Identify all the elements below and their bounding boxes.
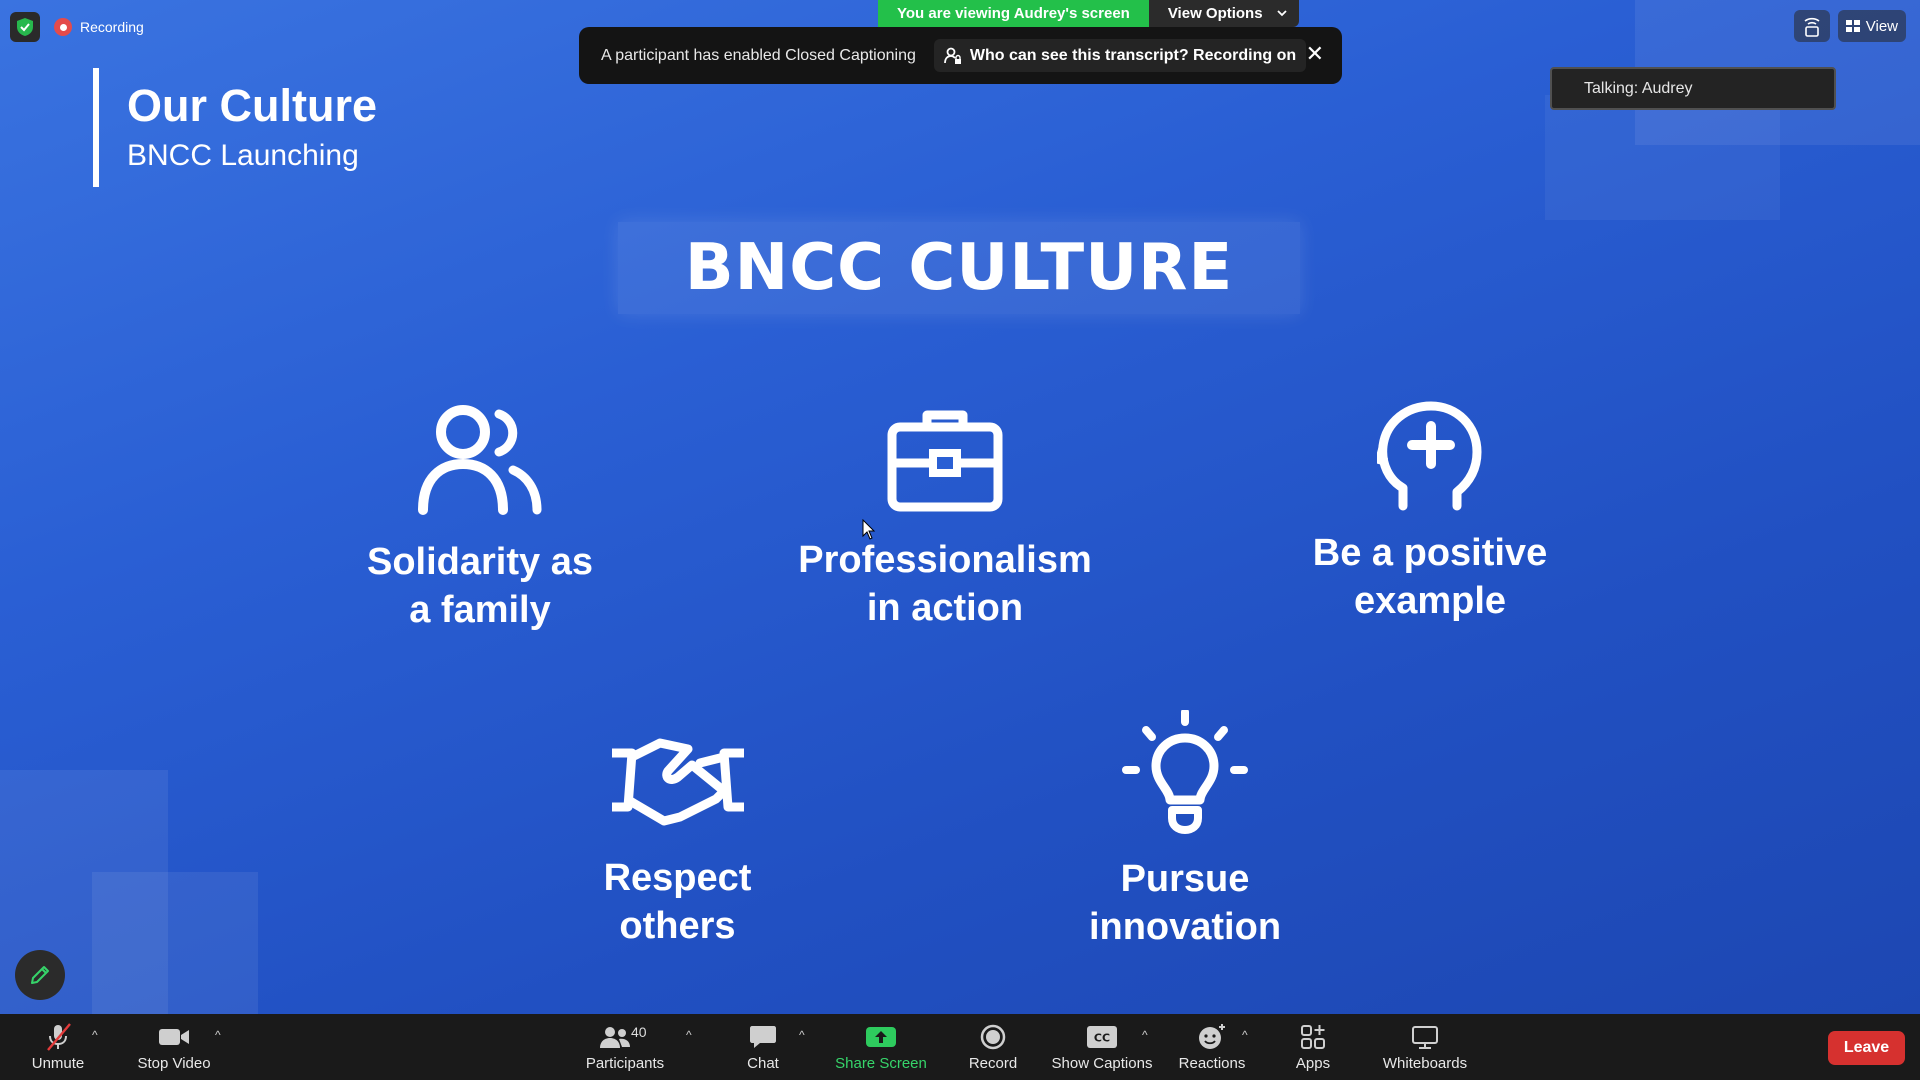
meeting-status: Recording bbox=[10, 12, 144, 42]
participants-icon bbox=[600, 1026, 630, 1048]
shared-screen: Our Culture BNCC Launching BNCC CULTURE … bbox=[0, 0, 1920, 1014]
slide-heading: Our Culture BNCC Launching bbox=[93, 68, 393, 187]
recording-label: Recording bbox=[80, 19, 144, 35]
participants-count: 40 bbox=[631, 1023, 647, 1040]
view-options-button[interactable]: View Options bbox=[1148, 0, 1299, 27]
chat-options-chevron-icon[interactable]: ^ bbox=[799, 1028, 805, 1042]
value-solidarity: Solidarity as a family bbox=[355, 400, 605, 634]
value-innovation: Pursue innovation bbox=[1060, 710, 1310, 951]
share-screen-button[interactable]: Share Screen bbox=[832, 1014, 930, 1080]
chat-label: Chat bbox=[747, 1054, 779, 1072]
chat-bubble-icon bbox=[750, 1025, 776, 1048]
meeting-toolbar: Unmute ^ Stop Video ^ 40 Participants ^ bbox=[0, 1014, 1920, 1080]
whiteboard-icon bbox=[1412, 1025, 1438, 1049]
value-label-line: a family bbox=[409, 588, 551, 631]
decor-shape bbox=[1545, 95, 1780, 220]
view-options-label: View Options bbox=[1167, 5, 1263, 22]
close-icon[interactable]: ✕ bbox=[1306, 43, 1324, 65]
viewing-bar: You are viewing Audrey's screen View Opt… bbox=[878, 0, 1299, 27]
people-icon bbox=[418, 405, 542, 515]
wifi-person-icon bbox=[1804, 17, 1820, 37]
show-captions-button[interactable]: CC Show Captions bbox=[1050, 1014, 1154, 1080]
muted-mic-icon bbox=[47, 1022, 71, 1051]
value-label-line: Solidarity as bbox=[367, 541, 593, 583]
captions-options-chevron-icon[interactable]: ^ bbox=[1142, 1028, 1148, 1042]
participants-button[interactable]: 40 Participants bbox=[580, 1014, 670, 1080]
transcript-visibility-label: Who can see this transcript? Recording o… bbox=[969, 46, 1297, 64]
share-screen-icon bbox=[866, 1026, 896, 1047]
video-options-chevron-icon[interactable]: ^ bbox=[215, 1028, 221, 1042]
caption-message: A participant has enabled Closed Caption… bbox=[601, 46, 916, 64]
talking-indicator: Talking: Audrey bbox=[1550, 67, 1836, 110]
unmute-button[interactable]: Unmute bbox=[22, 1014, 94, 1080]
chat-button[interactable]: Chat bbox=[733, 1014, 793, 1080]
unmute-label: Unmute bbox=[31, 1054, 85, 1072]
record-label: Record bbox=[968, 1054, 1018, 1072]
culture-banner: BNCC CULTURE bbox=[618, 222, 1300, 314]
stop-video-label: Stop Video bbox=[137, 1054, 211, 1072]
smiley-plus-icon bbox=[1199, 1023, 1225, 1049]
value-positive-example: Be a positive example bbox=[1290, 400, 1570, 625]
value-label-line: Respect bbox=[603, 857, 752, 899]
value-label-line: example bbox=[1353, 579, 1507, 622]
share-screen-label: Share Screen bbox=[835, 1054, 927, 1072]
top-right-controls: View bbox=[1793, 10, 1906, 42]
head-plus-icon bbox=[1377, 401, 1482, 511]
transcript-visibility-button[interactable]: Who can see this transcript? Recording o… bbox=[933, 39, 1307, 72]
value-label-line: Pursue bbox=[1120, 858, 1250, 900]
viewing-label: You are viewing Audrey's screen bbox=[878, 0, 1149, 27]
reactions-label: Reactions bbox=[1178, 1054, 1246, 1072]
slide-subtitle: BNCC Launching bbox=[127, 139, 359, 173]
svg-text:CC: CC bbox=[1094, 1031, 1110, 1044]
value-professionalism: Professionalism in action bbox=[795, 405, 1095, 632]
briefcase-icon bbox=[887, 410, 1003, 512]
reactions-button[interactable]: Reactions bbox=[1170, 1014, 1254, 1080]
value-label-line: innovation bbox=[1088, 905, 1282, 948]
talking-label: Talking: Audrey bbox=[1584, 79, 1693, 97]
participants-options-chevron-icon[interactable]: ^ bbox=[686, 1028, 692, 1042]
stop-video-button[interactable]: Stop Video bbox=[131, 1014, 217, 1080]
apps-button[interactable]: Apps bbox=[1283, 1014, 1343, 1080]
pencil-icon bbox=[31, 966, 49, 984]
chevron-down-icon bbox=[1276, 10, 1287, 17]
value-respect: Respect others bbox=[560, 735, 795, 950]
decor-shape bbox=[92, 872, 258, 1014]
annotate-button[interactable] bbox=[15, 950, 65, 1000]
record-icon bbox=[980, 1024, 1006, 1049]
apps-label: Apps bbox=[1295, 1054, 1331, 1072]
view-button[interactable]: View bbox=[1837, 10, 1906, 42]
mouse-cursor-icon bbox=[862, 519, 876, 540]
recording-icon bbox=[54, 18, 72, 36]
reactions-options-chevron-icon[interactable]: ^ bbox=[1242, 1028, 1248, 1042]
value-label-line: others bbox=[619, 904, 736, 947]
video-camera-icon bbox=[159, 1028, 189, 1045]
lightbulb-icon bbox=[1122, 710, 1248, 834]
slide-title: Our Culture bbox=[127, 80, 378, 131]
caption-notification: A participant has enabled Closed Caption… bbox=[579, 27, 1342, 84]
value-label-line: Be a positive bbox=[1312, 532, 1548, 574]
handshake-icon bbox=[611, 738, 744, 826]
whiteboards-label: Whiteboards bbox=[1382, 1054, 1468, 1072]
view-label: View bbox=[1865, 17, 1898, 35]
person-lock-icon bbox=[943, 47, 961, 64]
participants-label: Participants bbox=[585, 1054, 665, 1072]
speaker-layout-button[interactable] bbox=[1793, 10, 1830, 42]
cc-icon: CC bbox=[1087, 1025, 1117, 1048]
banner-text: BNCC CULTURE bbox=[684, 231, 1234, 305]
value-label-line: Professionalism bbox=[798, 539, 1092, 581]
security-shield-icon[interactable] bbox=[10, 12, 40, 42]
grid-icon bbox=[1845, 20, 1860, 32]
apps-icon bbox=[1301, 1024, 1325, 1049]
value-label-line: in action bbox=[866, 586, 1024, 629]
record-button[interactable]: Record bbox=[958, 1014, 1028, 1080]
show-captions-label: Show Captions bbox=[1051, 1054, 1153, 1072]
whiteboards-button[interactable]: Whiteboards bbox=[1370, 1014, 1480, 1080]
audio-options-chevron-icon[interactable]: ^ bbox=[92, 1028, 98, 1042]
leave-button[interactable]: Leave bbox=[1828, 1031, 1905, 1065]
